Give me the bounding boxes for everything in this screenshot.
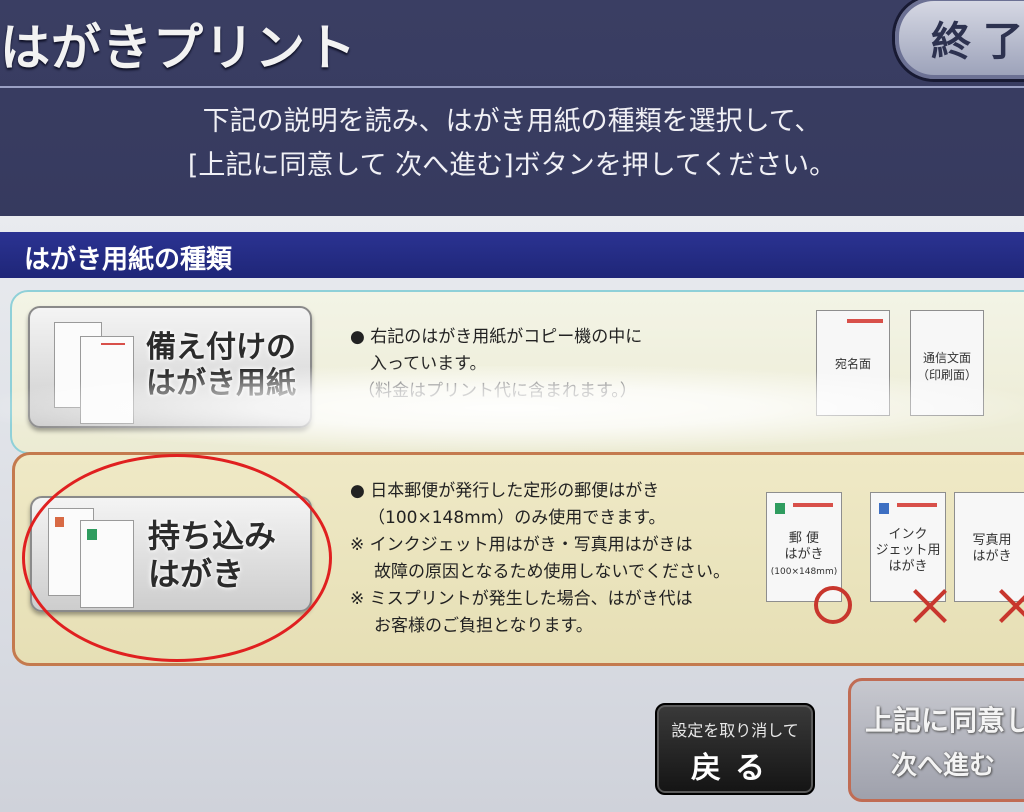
instruction-line-2: [上記に同意して 次へ進む]ボタンを押してください。 [187,150,837,181]
message-side-thumbnail: 通信文面 （印刷面） [910,310,984,416]
provided-paper-button[interactable]: 備え付けの はがき用紙 [28,306,312,428]
own-postcard-description: ● 日本郵便が発行した定形の郵便はがき （100×148mm）のみ使用できます。… [350,478,730,640]
description-line: （100×148mm）のみ使用できます。 [368,508,666,528]
postcard-mark [847,319,883,323]
agree-next-label-1: 上記に同意して [865,704,1024,737]
address-side-label: 宛名面 [834,357,871,371]
description-line: ● 日本郵便が発行した定形の郵便はがき [350,481,660,501]
section-title: はがき用紙の種類 [24,245,233,275]
provided-paper-label-2: はがき用紙 [146,366,296,401]
address-side-thumbnail: 宛名面 [816,310,890,416]
description-line: ● 右記のはがき用紙がコピー機の中に [350,327,643,347]
back-button-sublabel: 設定を取り消して [671,721,799,740]
description-line: 故障の原因となるため使用しないでください。 [374,562,730,582]
description-line: ※ ミスプリントが発生した場合、はがき代は [350,589,693,609]
ok-mark [814,586,852,624]
back-button-label: 戻る [691,751,779,786]
ng-mark [996,586,1024,626]
message-side-label-1: 通信文面 [922,351,971,365]
end-button-label: 終了 [931,19,1024,65]
postal-postcard-label-2: はがき [784,547,824,562]
inkjet-postcard-label-3: はがき [888,559,928,574]
header: はがきプリント 終了 [0,0,1024,84]
postcard-mark [101,343,125,345]
description-line: お客様のご負担となります。 [374,616,593,636]
header-divider [0,86,1024,88]
page-title: はがきプリント [0,19,357,77]
section-header: はがき用紙の種類 [0,232,1024,278]
kiosk-screen: はがきプリント 終了 下記の説明を読み、はがき用紙の種類を選択して、 [上記に同… [0,0,1024,812]
stamp-icon [879,503,889,514]
message-side-label-2: （印刷面） [916,368,977,382]
agree-next-label-2: 次へ進む [891,751,996,781]
postcard-icon [80,336,134,424]
provided-paper-label-1: 備え付けの [146,330,296,365]
description-line: 入っています。 [370,354,487,374]
postal-postcard-label-1: 郵 便 [788,531,820,546]
ng-mark [910,586,950,626]
back-button[interactable]: 設定を取り消して 戻る [655,703,815,795]
instruction-text: 下記の説明を読み、はがき用紙の種類を選択して、 [上記に同意して 次へ進む]ボタ… [0,100,1024,188]
photo-postcard-label-2: はがき [972,549,1012,564]
agree-next-button[interactable]: 上記に同意して 次へ進む [848,678,1024,802]
inkjet-postcard-label-2: ジェット用 [875,543,941,558]
provided-paper-description: ● 右記のはがき用紙がコピー機の中に 入っています。 （料金はプリント代に含まれ… [350,324,642,405]
end-button[interactable]: 終了 [892,0,1024,82]
postcard-mark [897,503,937,507]
inkjet-postcard-label-1: インク [888,527,928,542]
stamp-icon [775,503,785,514]
postcard-mark [793,503,833,507]
photo-postcard-label-1: 写真用 [972,533,1012,548]
selection-circle-annotation [22,454,332,662]
postal-postcard-label-3: (100×148mm) [770,567,838,577]
description-line: ※ インクジェット用はがき・写真用はがきは [350,535,693,555]
instruction-line-1: 下記の説明を読み、はがき用紙の種類を選択して、 [202,106,822,137]
description-line: （料金はプリント代に含まれます。） [358,381,637,401]
